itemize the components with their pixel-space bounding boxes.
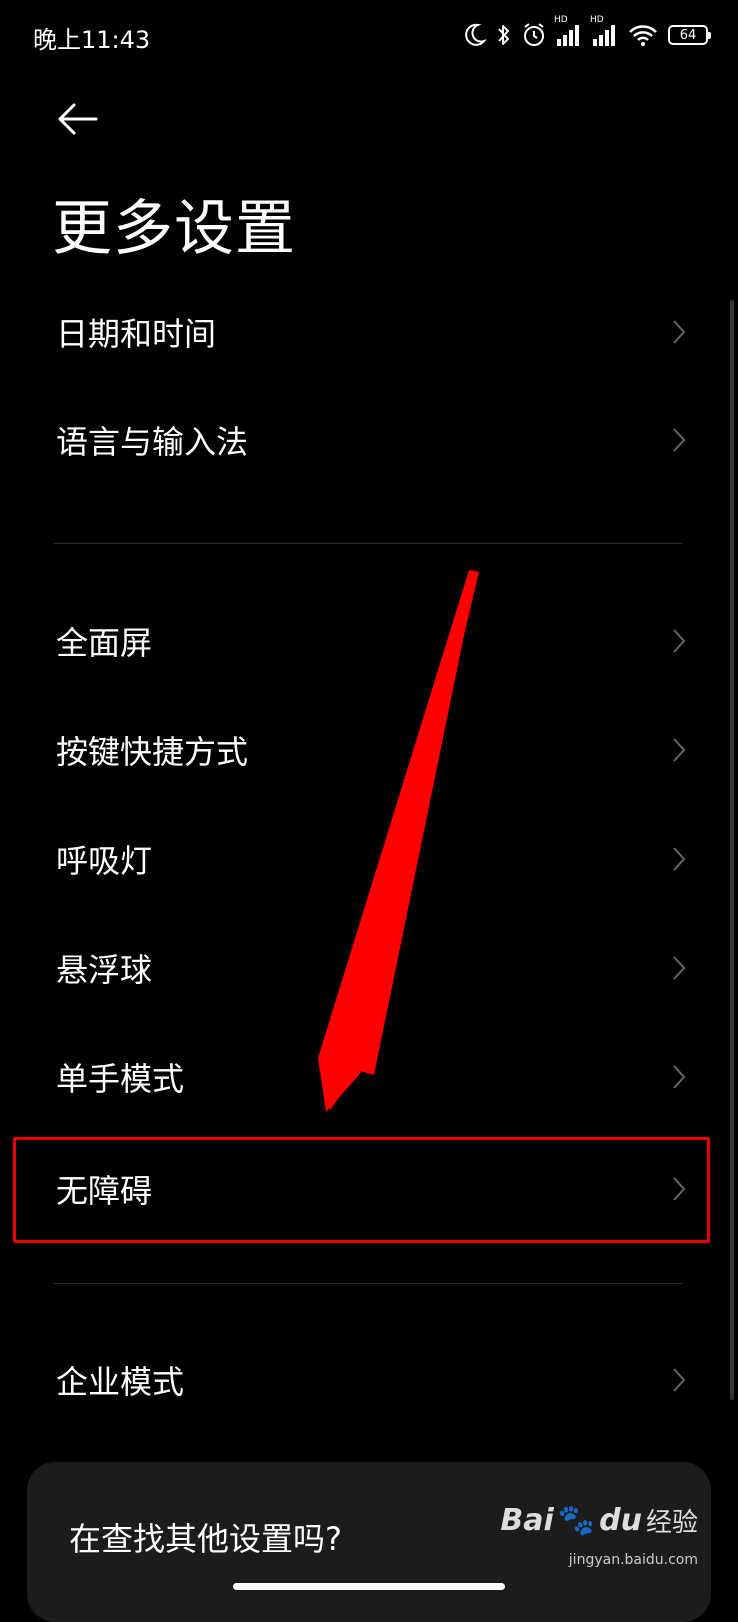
paw-icon: 🐾: [557, 1503, 596, 1538]
page-title: 更多设置: [52, 194, 296, 264]
annotation-highlight-box: [13, 1137, 710, 1243]
battery-icon: 64: [668, 25, 711, 45]
settings-item-notification-light[interactable]: 呼吸灯: [0, 805, 738, 913]
alarm-icon: [524, 23, 544, 46]
settings-item-enterprise-mode[interactable]: 企业模式: [0, 1326, 738, 1434]
search-suggestion-card[interactable]: 在查找其他设置吗?: [27, 1462, 711, 1622]
search-card-text: 在查找其他设置吗?: [69, 1520, 342, 1558]
back-button[interactable]: [52, 96, 108, 142]
item-label: 全面屏: [56, 624, 153, 662]
wifi-icon: [629, 25, 657, 46]
chevron-right-icon: [673, 629, 686, 653]
signal-icon: [557, 25, 579, 46]
back-arrow-icon: [58, 103, 98, 135]
hd-label: HD: [590, 15, 604, 25]
baidu-jingyan-watermark: Bai 🐾 du 经验: [500, 1502, 698, 1539]
chevron-right-icon: [673, 1368, 686, 1392]
chevron-right-icon: [673, 847, 686, 871]
settings-item-language-input[interactable]: 语言与输入法: [0, 386, 738, 494]
signal-1: HD: [554, 15, 582, 47]
divider: [54, 1283, 682, 1284]
status-icons: HD HD 64: [464, 15, 711, 52]
signal-icon: [593, 25, 615, 46]
chevron-right-icon: [673, 320, 686, 344]
chevron-right-icon: [673, 428, 686, 452]
settings-item-floating-ball[interactable]: 悬浮球: [0, 914, 738, 1022]
signal-2: HD: [590, 15, 618, 47]
item-label: 按键快捷方式: [56, 733, 249, 771]
watermark-brand: Bai: [500, 1503, 554, 1538]
moon-icon: [465, 23, 486, 46]
item-label: 企业模式: [56, 1363, 185, 1401]
item-label: 语言与输入法: [56, 423, 249, 461]
home-indicator[interactable]: [233, 1583, 505, 1590]
divider: [54, 543, 682, 544]
status-bar: 晚上11:43 HD HD 64: [0, 0, 738, 70]
settings-item-button-shortcuts[interactable]: 按键快捷方式: [0, 696, 738, 804]
settings-item-one-handed-mode[interactable]: 单手模式: [0, 1023, 738, 1131]
chevron-right-icon: [673, 956, 686, 980]
item-label: 日期和时间: [56, 315, 217, 353]
chevron-right-icon: [673, 738, 686, 762]
watermark-url: jingyan.baidu.com: [568, 1552, 698, 1568]
bluetooth-icon: [498, 25, 509, 45]
status-time: 晚上11:43: [33, 26, 151, 54]
scrollbar[interactable]: [730, 300, 734, 1400]
battery-level: 64: [679, 27, 697, 43]
hd-label: HD: [554, 15, 568, 25]
item-label: 呼吸灯: [56, 842, 153, 880]
watermark-name: 经验: [645, 1508, 698, 1538]
item-label: 单手模式: [56, 1060, 185, 1098]
settings-item-fullscreen[interactable]: 全面屏: [0, 587, 738, 695]
settings-item-date-time[interactable]: 日期和时间: [0, 278, 738, 386]
item-label: 悬浮球: [56, 951, 153, 989]
watermark-du: du: [599, 1503, 642, 1538]
chevron-right-icon: [673, 1065, 686, 1089]
